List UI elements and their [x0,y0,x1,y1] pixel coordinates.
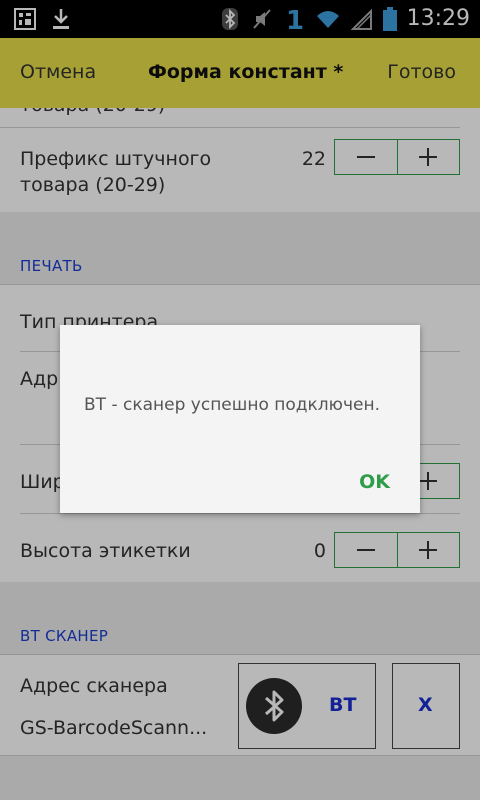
ok-button[interactable]: OK [359,471,390,493]
connection-dialog: ВТ - сканер успешно подключен. OK [60,325,420,513]
dialog-message: ВТ - сканер успешно подключен. [84,395,380,415]
